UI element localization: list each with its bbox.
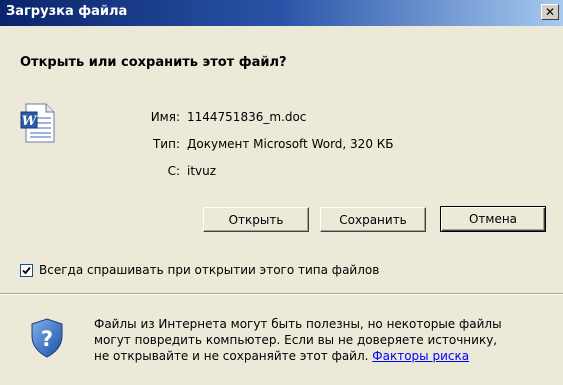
warning-line-1: Файлы из Интернета могут быть полезны, н…: [94, 317, 502, 331]
warning-line-3: не открывайте и не сохраняйте этот файл.…: [94, 348, 554, 364]
checkmark-icon: [22, 266, 31, 275]
save-button[interactable]: Сохранить: [320, 207, 426, 232]
dialog-question: Открыть или сохранить этот файл?: [20, 55, 287, 70]
risk-factors-link[interactable]: Факторы риска: [372, 349, 469, 363]
window-title: Загрузка файла: [6, 4, 128, 19]
warning-line-3-text: не открывайте и не сохраняйте этот файл.: [94, 349, 369, 363]
cancel-button[interactable]: Отмена: [440, 206, 546, 232]
word-document-icon: W: [20, 103, 55, 143]
file-name-value: 1144751836_m.doc: [187, 110, 307, 124]
file-source-value: itvuz: [187, 164, 217, 178]
file-type-label: Тип:: [152, 137, 180, 151]
file-type-value: Документ Microsoft Word, 320 КБ: [187, 137, 394, 151]
title-bar[interactable]: Загрузка файла ✕: [0, 0, 563, 26]
always-ask-label[interactable]: Всегда спрашивать при открытии этого тип…: [39, 263, 379, 277]
open-button[interactable]: Открыть: [203, 207, 309, 232]
divider: [0, 293, 563, 295]
file-source-label: С:: [167, 164, 180, 178]
svg-text:?: ?: [41, 327, 53, 351]
warning-line-2: могут повредить компьютер. Если вы не до…: [94, 333, 498, 347]
svg-text:W: W: [22, 114, 38, 129]
file-name-label: Имя:: [150, 110, 180, 124]
always-ask-checkbox[interactable]: [20, 264, 33, 277]
close-button[interactable]: ✕: [541, 4, 559, 20]
close-icon: ✕: [544, 5, 556, 19]
shield-question-icon: ?: [31, 318, 63, 358]
warning-text: Файлы из Интернета могут быть полезны, н…: [94, 316, 554, 364]
